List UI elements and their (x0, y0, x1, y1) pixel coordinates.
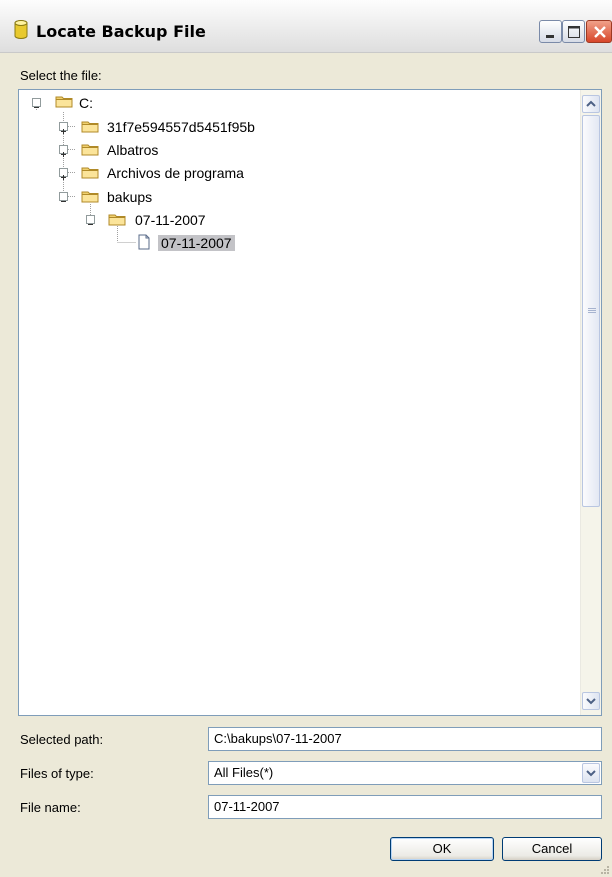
file-name-label: File name: (20, 800, 81, 815)
maximize-icon (568, 26, 580, 38)
folder-icon (81, 144, 99, 156)
collapse-toggle[interactable] (59, 192, 68, 202)
minimize-icon (546, 35, 554, 38)
folder-icon (55, 96, 73, 108)
grip-icon (588, 308, 596, 309)
chevron-up-icon (586, 100, 596, 107)
expand-toggle[interactable] (59, 168, 68, 180)
folder-icon (81, 167, 99, 179)
files-of-type-select[interactable]: All Files(*) (208, 761, 602, 785)
files-of-type-label: Files of type: (20, 766, 94, 781)
resize-grip-icon[interactable] (598, 863, 610, 875)
chevron-down-icon (586, 698, 596, 705)
ok-button[interactable]: OK (390, 837, 494, 861)
scroll-thumb[interactable] (582, 115, 600, 507)
file-name-field[interactable]: 07-11-2007 (208, 795, 602, 819)
tree-label: Select the file: (20, 68, 102, 83)
folder-icon (108, 214, 126, 226)
file-icon (138, 234, 150, 250)
window-title: Locate Backup File (36, 22, 206, 41)
collapse-toggle[interactable] (32, 98, 41, 108)
maximize-button[interactable] (562, 20, 585, 43)
dropdown-button[interactable] (582, 763, 600, 783)
minimize-button[interactable] (539, 20, 562, 43)
expand-toggle[interactable] (59, 145, 68, 157)
database-icon (14, 20, 28, 39)
vertical-scrollbar[interactable] (580, 90, 601, 715)
tree-connector-lines (36, 107, 136, 243)
collapse-toggle[interactable] (86, 215, 95, 225)
folder-icon (81, 121, 99, 133)
file-tree[interactable]: C: 31f7e594557d5451f95b Albatros Archivo… (18, 89, 602, 716)
selected-path-label: Selected path: (20, 732, 104, 747)
close-button[interactable] (586, 20, 612, 43)
expand-toggle[interactable] (59, 122, 68, 134)
folder-icon (81, 191, 99, 203)
selected-path-field[interactable]: C:\bakups\07-11-2007 (208, 727, 602, 751)
scroll-up-button[interactable] (582, 95, 600, 113)
chevron-down-icon (586, 770, 596, 777)
title-bar: Locate Backup File (0, 0, 612, 53)
scroll-down-button[interactable] (582, 692, 600, 710)
cancel-button[interactable]: Cancel (502, 837, 602, 861)
close-icon (594, 26, 606, 38)
